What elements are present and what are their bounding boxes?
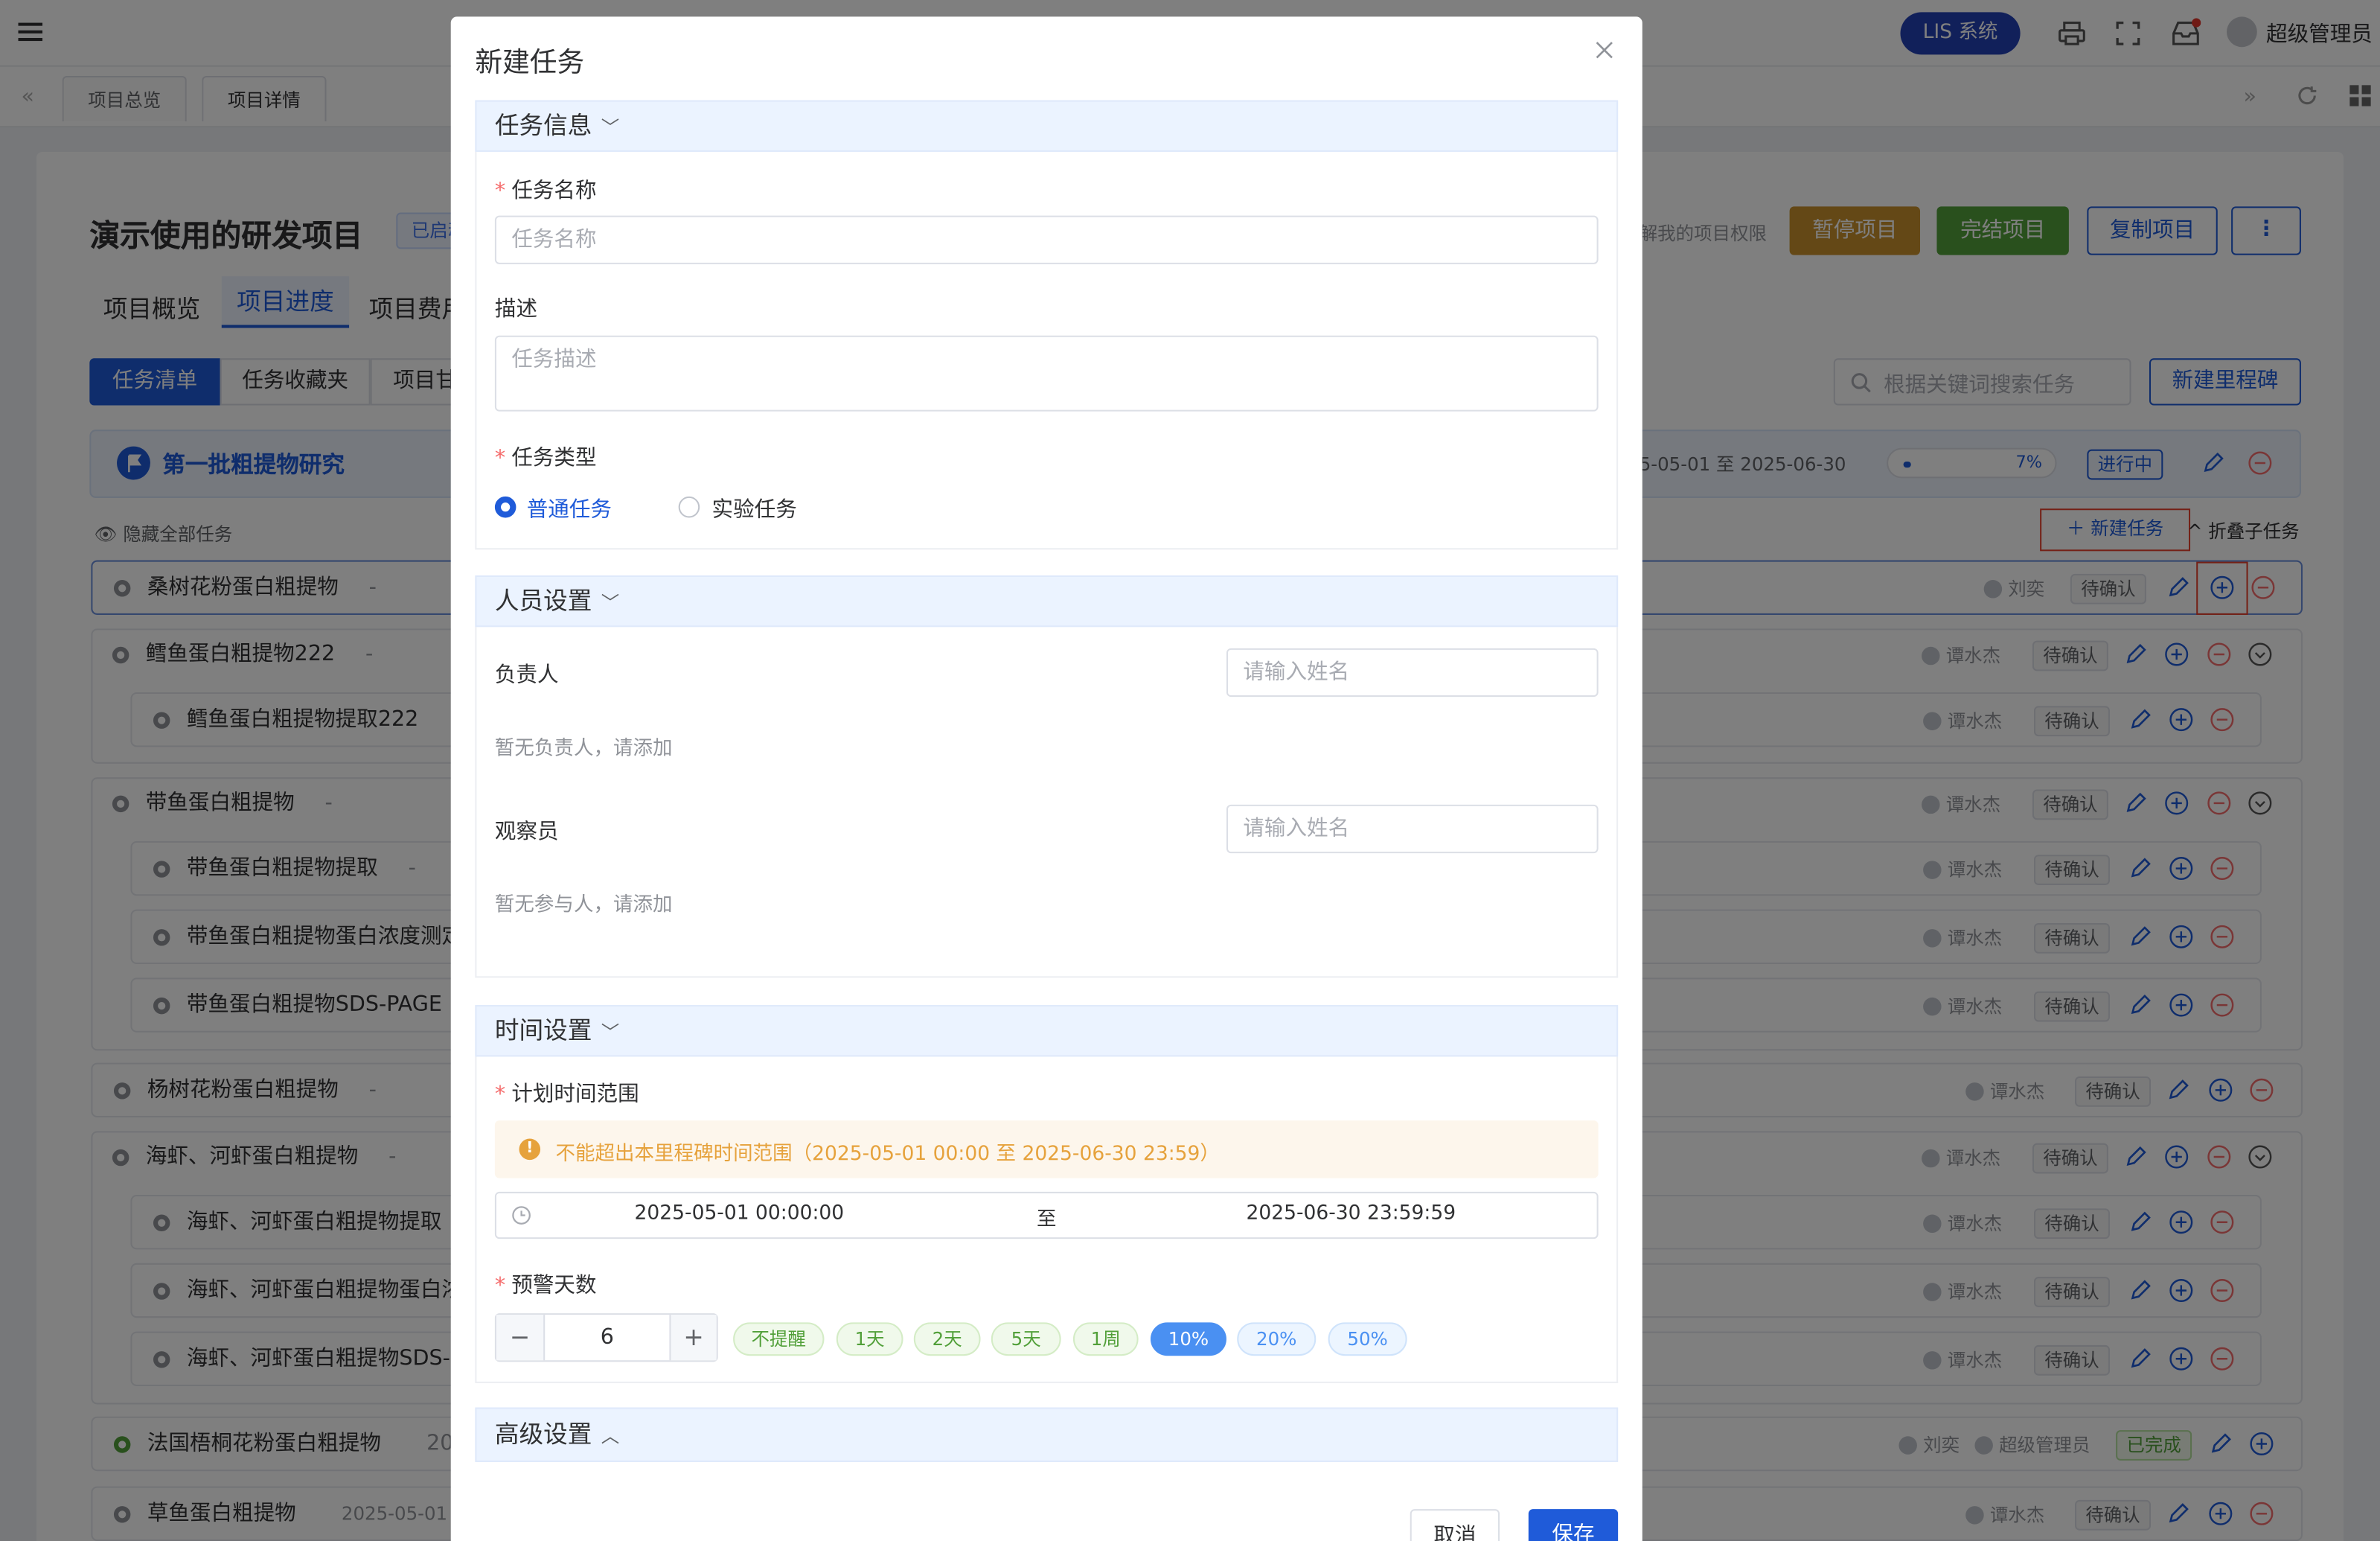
chevron-up-icon: ︿ [601, 1426, 620, 1447]
description-textarea[interactable]: 任务描述 [494, 335, 1599, 412]
cancel-button[interactable]: 取消 [1410, 1509, 1500, 1541]
warning-text: 不能超出本里程碑时间范围（2025-05-01 00:00 至 2025-06-… [555, 1143, 1220, 1167]
warning-days-stepper[interactable]: − 6 + [494, 1313, 718, 1362]
section-title: 高级设置 [494, 1419, 592, 1449]
section-title: 任务信息 [494, 110, 592, 140]
chip-no-reminder[interactable]: 不提醒 [733, 1322, 825, 1356]
radio-experiment-label[interactable]: 实验任务 [712, 494, 797, 524]
chip-5-days[interactable]: 5天 [991, 1322, 1061, 1356]
chip-2-days[interactable]: 2天 [913, 1322, 981, 1356]
task-type-label: * 任务类型 [494, 446, 597, 471]
section-advanced[interactable]: 高级设置 ︿ [475, 1407, 1619, 1462]
decrease-button[interactable]: − [496, 1315, 546, 1361]
section-title: 人员设置 [494, 586, 592, 615]
warning-days-value[interactable]: 6 [545, 1315, 669, 1360]
chip-50-percent[interactable]: 50% [1328, 1322, 1407, 1356]
range-separator: 至 [1037, 1208, 1057, 1231]
range-warning: ! 不能超出本里程碑时间范围（2025-05-01 00:00 至 2025-0… [494, 1120, 1599, 1178]
description-label: 描述 [494, 297, 537, 322]
range-end[interactable]: 2025-06-30 23:59:59 [1246, 1202, 1456, 1225]
clock-icon [512, 1206, 531, 1225]
save-button[interactable]: 保存 [1528, 1509, 1619, 1541]
chip-20-percent[interactable]: 20% [1237, 1322, 1317, 1356]
range-start[interactable]: 2025-05-01 00:00:00 [635, 1202, 845, 1225]
section-time[interactable]: 时间设置 ﹀ [475, 1005, 1619, 1057]
owner-label: 负责人 [494, 663, 559, 688]
chip-10-percent[interactable]: 10% [1150, 1322, 1226, 1356]
section-title: 时间设置 [494, 1015, 592, 1045]
chevron-down-icon: ﹀ [601, 592, 620, 613]
close-icon[interactable] [1596, 41, 1613, 59]
task-name-input[interactable]: 任务名称 [494, 215, 1599, 264]
chevron-down-icon: ﹀ [601, 117, 620, 138]
radio-experiment-task[interactable] [678, 496, 700, 518]
owner-input[interactable]: 请输入姓名 [1226, 648, 1599, 698]
observer-input[interactable]: 请输入姓名 [1226, 804, 1599, 854]
chip-1-day[interactable]: 1天 [836, 1322, 903, 1356]
chip-1-week[interactable]: 1周 [1072, 1322, 1139, 1356]
warning-days-label: * 预警天数 [494, 1274, 597, 1298]
warning-icon: ! [519, 1138, 541, 1161]
radio-normal-task[interactable] [494, 496, 516, 518]
plan-range-label: * 计划时间范围 [494, 1082, 639, 1107]
dialog-title: 新建任务 [475, 47, 585, 80]
task-name-label: * 任务名称 [494, 179, 597, 204]
observer-label: 观察员 [494, 820, 559, 844]
radio-normal-label[interactable]: 普通任务 [527, 494, 612, 524]
increase-button[interactable]: + [669, 1315, 717, 1361]
section-task-info[interactable]: 任务信息 ﹀ [475, 100, 1619, 152]
date-range-picker[interactable]: 2025-05-01 00:00:00 至 2025-06-30 23:59:5… [494, 1191, 1599, 1240]
owner-empty-hint: 暂无负责人，请添加 [494, 738, 673, 761]
section-people[interactable]: 人员设置 ﹀ [475, 575, 1619, 628]
new-task-dialog: 新建任务 任务信息 ﹀ * 任务名称 任务名称 描述 任务描述 * 任务类型 普通任务… [450, 16, 1642, 1541]
observer-empty-hint: 暂无参与人，请添加 [494, 894, 673, 917]
chevron-down-icon: ﹀ [601, 1021, 620, 1044]
